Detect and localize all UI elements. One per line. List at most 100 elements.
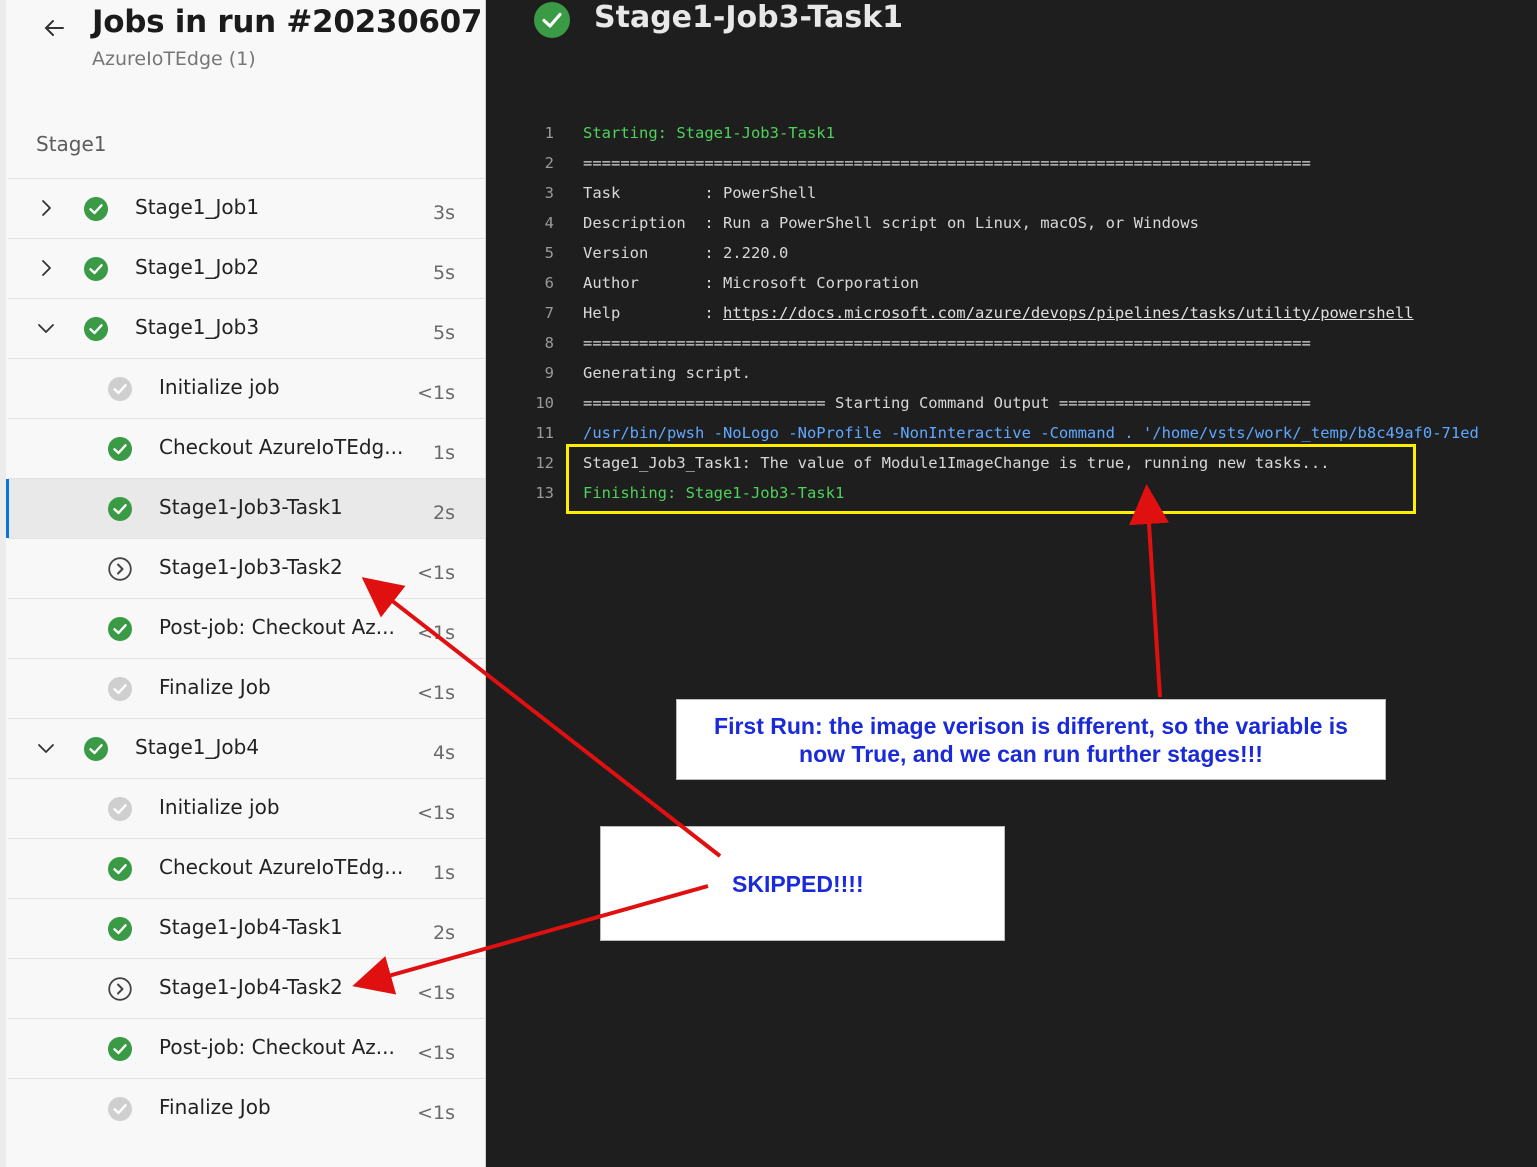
task-title: Stage1-Job3-Task1: [594, 0, 904, 35]
log-line: 8 =======================================…: [486, 328, 1537, 358]
check-circle-neutral-icon: [108, 377, 132, 401]
line-content: ========================================…: [583, 334, 1311, 352]
chevron-down-icon[interactable]: [34, 316, 58, 340]
check-circle-icon: [108, 617, 132, 641]
back-button[interactable]: [36, 10, 72, 46]
line-number: 3: [544, 184, 554, 202]
job-row[interactable]: Stage1_Job4 4s: [8, 718, 485, 778]
line-text: ========================================…: [583, 328, 1311, 358]
duration: <1s: [417, 562, 455, 584]
line-number: 4: [544, 214, 554, 232]
job-row[interactable]: Stage1_Job2 5s: [8, 238, 485, 298]
task-name: Post-job: Checkout Az...: [159, 615, 395, 639]
check-circle-icon: [108, 1037, 132, 1061]
check-circle-icon: [108, 497, 132, 521]
log-line: 1 Starting: Stage1-Job3-Task1: [486, 118, 1537, 148]
duration: 2s: [433, 502, 455, 524]
chevron-right-icon[interactable]: [34, 196, 58, 220]
log-line: 7 Help : https://docs.microsoft.com/azure…: [486, 298, 1537, 328]
line-content: Starting: Stage1-Job3-Task1: [583, 124, 835, 142]
duration: 1s: [433, 862, 455, 884]
task-name: Post-job: Checkout Az...: [159, 1035, 395, 1059]
line-number: 9: [544, 364, 554, 382]
line-content: ========================================…: [583, 154, 1311, 172]
task-row[interactable]: Stage1-Job3-Task1 2s: [6, 478, 485, 538]
task-row[interactable]: Checkout AzureIoTEdg... 1s: [8, 418, 485, 478]
line-text: Author : Microsoft Corporation: [583, 268, 919, 298]
line-content: /usr/bin/pwsh -NoLogo -NoProfile -NonInt…: [583, 424, 1479, 442]
duration: 5s: [433, 262, 455, 284]
skipped-icon: [108, 557, 132, 581]
log-line: 6 Author : Microsoft Corporation: [486, 268, 1537, 298]
task-row[interactable]: Post-job: Checkout Az... <1s: [8, 1018, 485, 1078]
task-name: Finalize Job: [159, 675, 271, 699]
line-number: 13: [535, 484, 554, 502]
log-line: 3 Task : PowerShell: [486, 178, 1537, 208]
line-content: Generating script.: [583, 364, 751, 382]
chevron-right-icon[interactable]: [34, 256, 58, 280]
line-content: Author : Microsoft Corporation: [583, 274, 919, 292]
task-row[interactable]: Checkout AzureIoTEdg... 1s: [8, 838, 485, 898]
arrow-left-icon: [44, 20, 64, 36]
panel-edge: [0, 0, 6, 1167]
duration: 5s: [433, 322, 455, 344]
task-row[interactable]: Initialize job <1s: [8, 778, 485, 838]
check-circle-icon: [108, 917, 132, 941]
line-text: Description : Run a PowerShell script on…: [583, 208, 1199, 238]
job-name: Stage1_Job4: [135, 735, 260, 759]
task-name: Checkout AzureIoTEdg...: [159, 855, 404, 879]
task-row[interactable]: Initialize job <1s: [8, 358, 485, 418]
log-line: 9 Generating script.: [486, 358, 1537, 388]
duration: 3s: [433, 202, 455, 224]
duration: 2s: [433, 922, 455, 944]
check-circle-icon: [84, 737, 108, 761]
pipeline-name: AzureIoTEdge (1): [92, 48, 256, 70]
log-line: 2 =======================================…: [486, 148, 1537, 178]
duration: <1s: [417, 682, 455, 704]
task-row[interactable]: Stage1-Job4-Task1 2s: [8, 898, 485, 958]
job-name: Stage1_Job1: [135, 195, 260, 219]
jobs-panel: Jobs in run #20230607.11 AzureIoTEdge (1…: [0, 0, 486, 1167]
task-row[interactable]: Stage1-Job4-Task2 <1s: [8, 958, 485, 1018]
line-number: 11: [535, 424, 554, 442]
line-content: Help :: [583, 304, 723, 322]
annotation-skipped: SKIPPED!!!!: [600, 826, 1005, 941]
task-name: Initialize job: [159, 375, 280, 399]
check-circle-icon: [108, 857, 132, 881]
line-number: 2: [544, 154, 554, 172]
task-row[interactable]: Stage1-Job3-Task2 <1s: [8, 538, 485, 598]
line-content: Version : 2.220.0: [583, 244, 789, 262]
duration: <1s: [417, 1042, 455, 1064]
task-row[interactable]: Finalize Job <1s: [8, 1078, 485, 1138]
line-content: ========================== Starting Comm…: [583, 394, 1311, 412]
line-number: 12: [535, 454, 554, 472]
skipped-icon: [108, 977, 132, 1001]
check-circle-neutral-icon: [108, 677, 132, 701]
task-name: Initialize job: [159, 795, 280, 819]
job-row[interactable]: Stage1_Job1 3s: [8, 178, 485, 238]
check-circle-icon: [84, 317, 108, 341]
duration: <1s: [417, 1102, 455, 1124]
check-circle-neutral-icon: [108, 1097, 132, 1121]
job-name: Stage1_Job2: [135, 255, 260, 279]
line-number: 1: [544, 124, 554, 142]
line-text: ========================== Starting Comm…: [583, 388, 1311, 418]
line-content: Description : Run a PowerShell script on…: [583, 214, 1199, 232]
duration: 4s: [433, 742, 455, 764]
task-name: Stage1-Job3-Task1: [159, 495, 343, 519]
duration: <1s: [417, 802, 455, 824]
line-content: Task : PowerShell: [583, 184, 817, 202]
task-row[interactable]: Finalize Job <1s: [8, 658, 485, 718]
chevron-down-icon[interactable]: [34, 736, 58, 760]
job-row[interactable]: Stage1_Job3 5s: [8, 298, 485, 358]
page-title: Jobs in run #20230607.11: [92, 4, 485, 40]
duration: 1s: [433, 442, 455, 464]
task-name: Finalize Job: [159, 1095, 271, 1119]
task-name: Stage1-Job3-Task2: [159, 555, 343, 579]
duration: <1s: [417, 382, 455, 404]
task-row[interactable]: Post-job: Checkout Az... <1s: [8, 598, 485, 658]
log-panel: Stage1-Job3-Task1 1 Starting: Stage1-Job3…: [486, 0, 1537, 1167]
help-link[interactable]: https://docs.microsoft.com/azure/devops/…: [723, 304, 1414, 322]
line-text: Task : PowerShell: [583, 178, 816, 208]
check-circle-icon: [84, 257, 108, 281]
